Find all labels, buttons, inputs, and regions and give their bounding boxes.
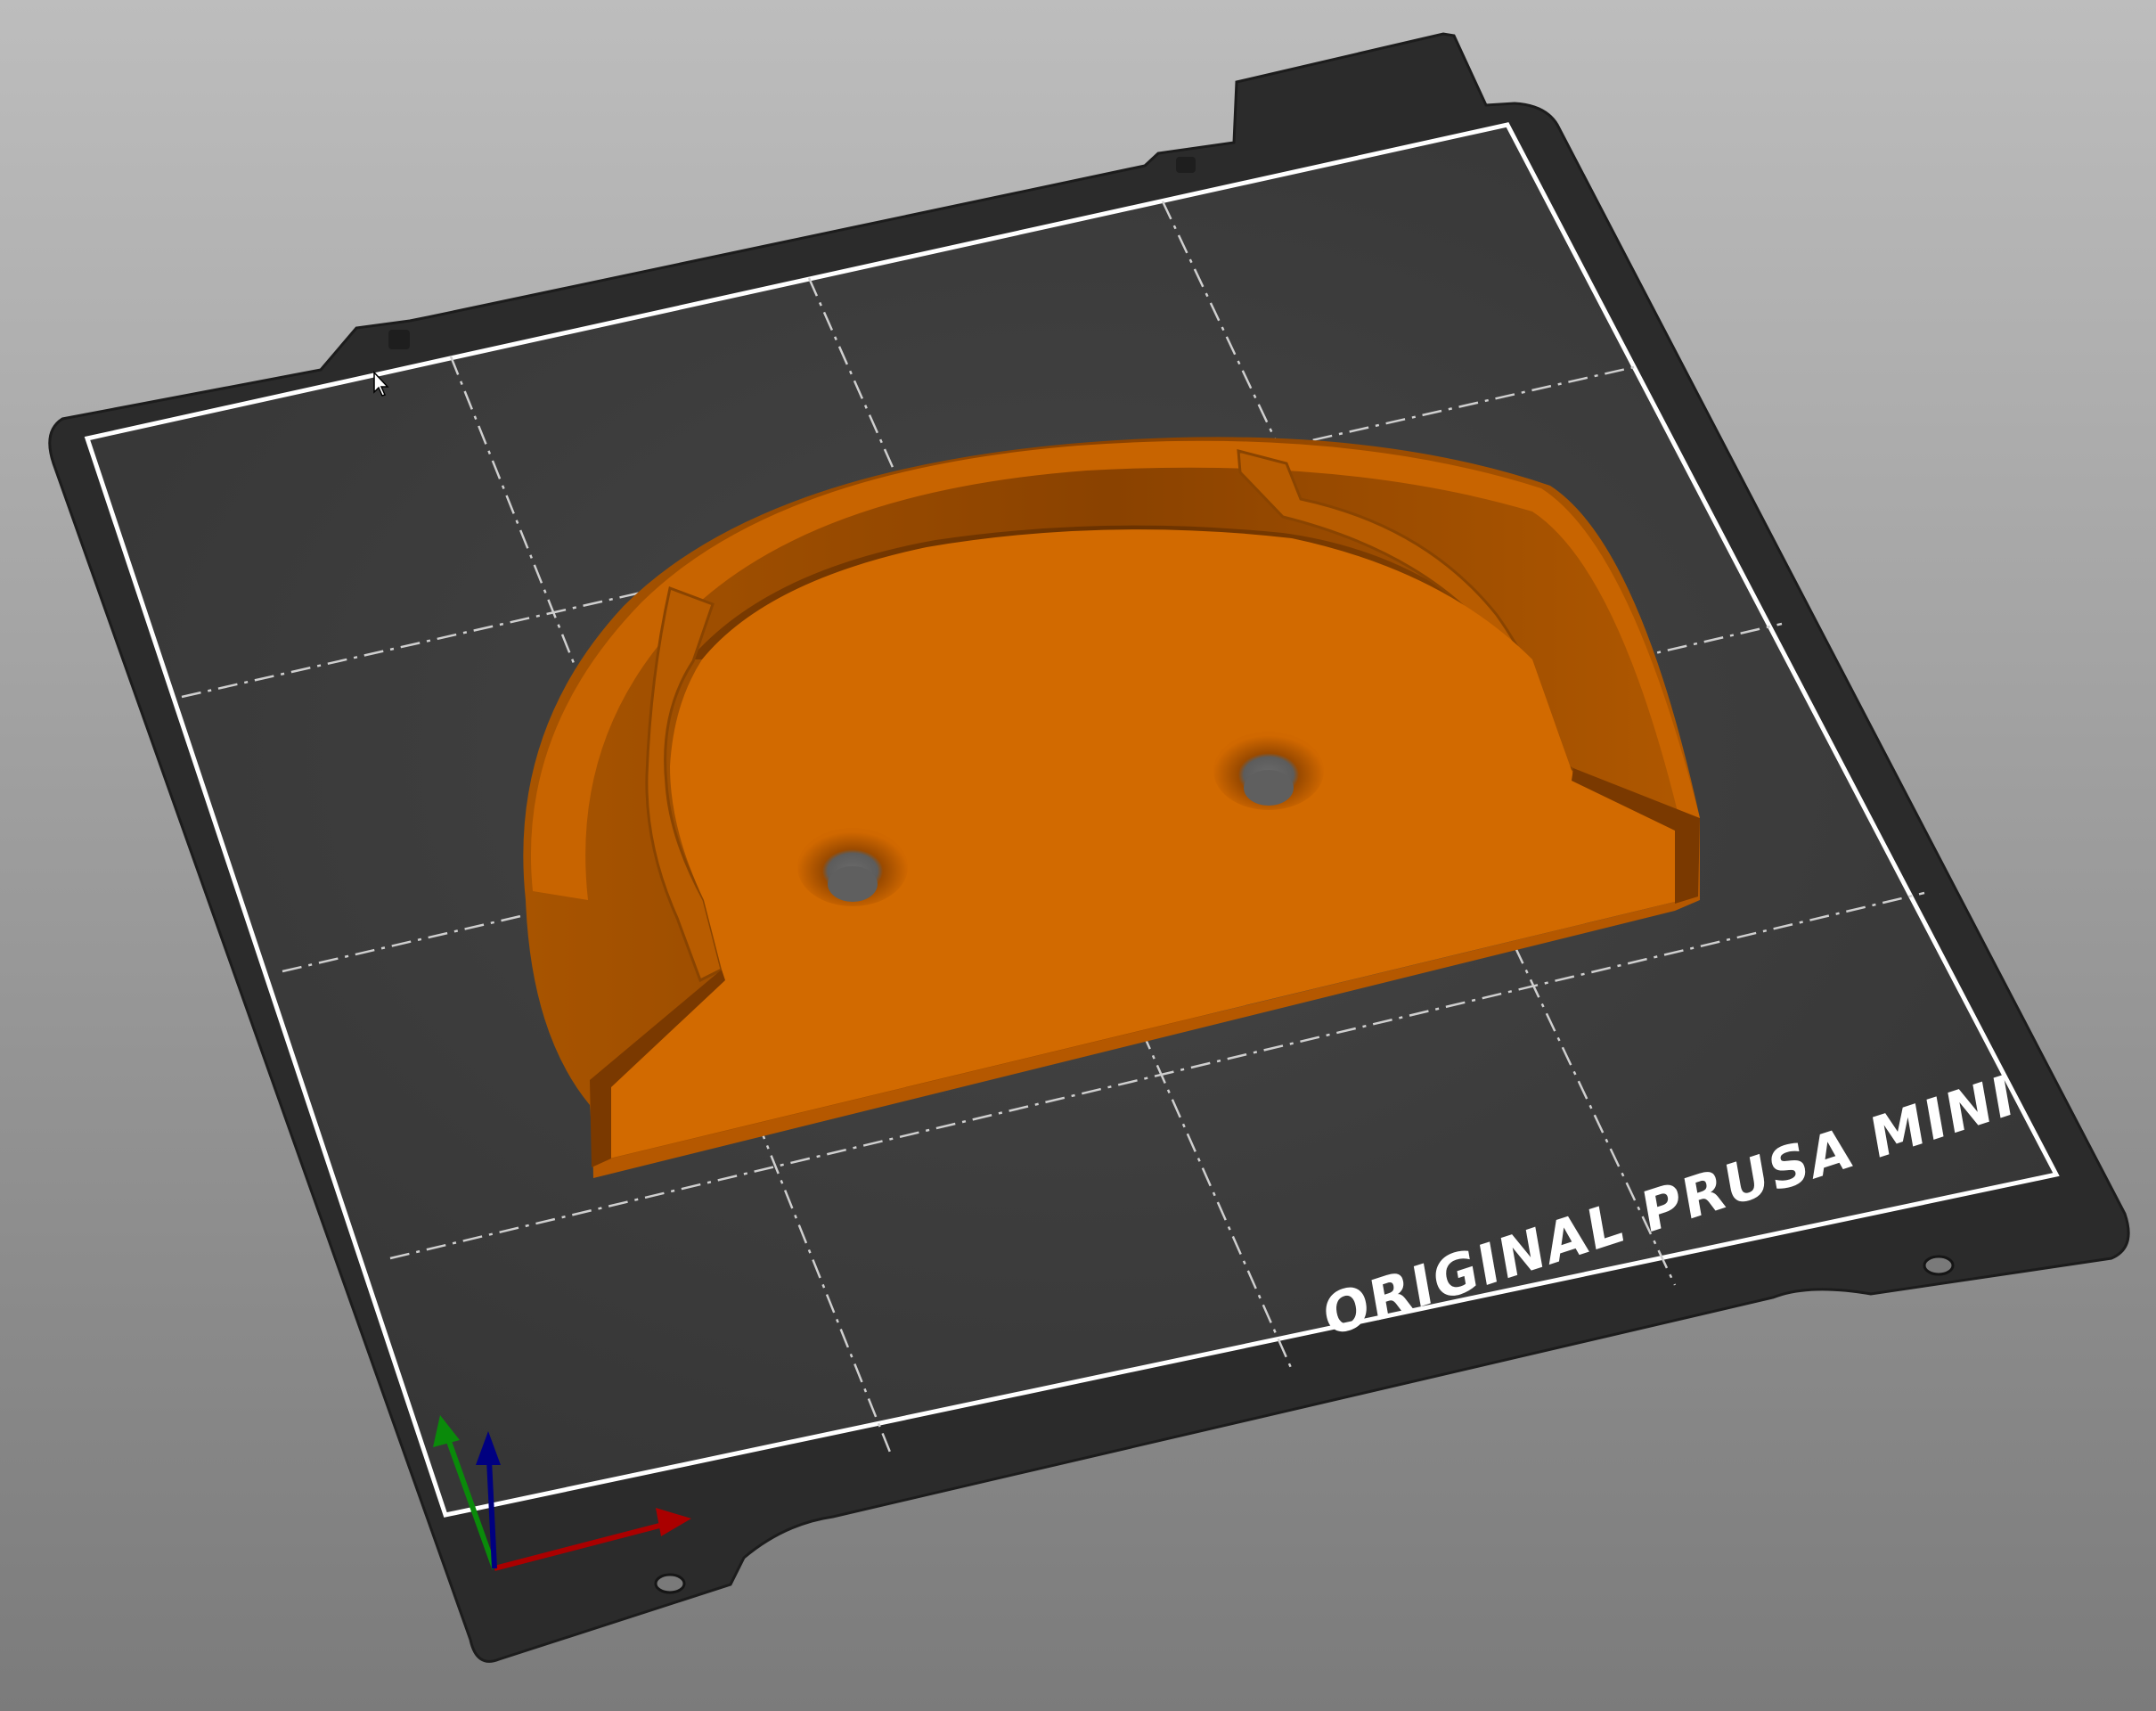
3d-viewport[interactable]: ORIGINAL PRUSA MINI: [0, 0, 2156, 1711]
bed-mount-hole: [654, 1573, 686, 1594]
model-screw-hole: [797, 828, 908, 906]
bed-tab: [1176, 157, 1196, 173]
bed-tab: [388, 330, 410, 349]
model-screw-hole: [1213, 732, 1324, 810]
bed-mount-hole: [1923, 1255, 1955, 1276]
